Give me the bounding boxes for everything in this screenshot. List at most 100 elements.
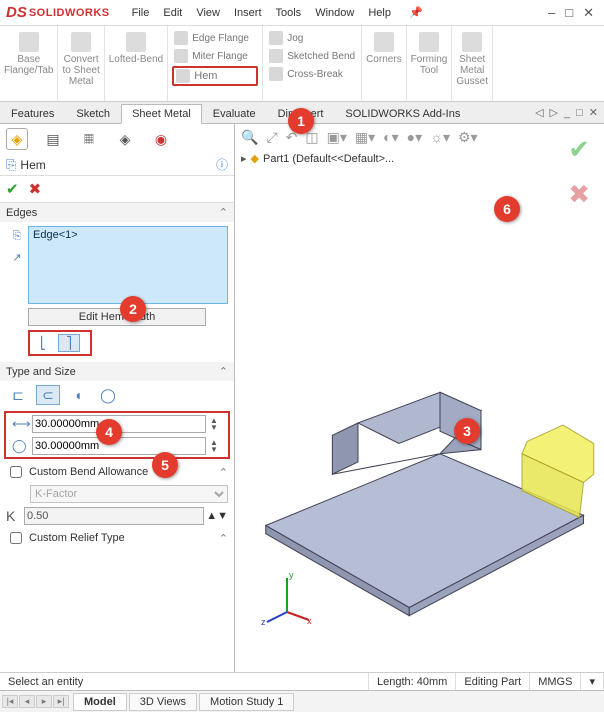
material-inside-icon[interactable]: ⎣ bbox=[32, 334, 54, 352]
crt-collapse-icon[interactable]: ⌃ bbox=[219, 532, 228, 545]
type-section-head[interactable]: Type and Size ⌃ bbox=[0, 362, 234, 381]
dimxpert-manager-icon[interactable]: ◈ bbox=[114, 128, 136, 150]
pm-ok-icon[interactable]: ✔ bbox=[6, 180, 19, 198]
length-spinner[interactable]: ▲▼ bbox=[210, 417, 222, 431]
ribbon-convert[interactable]: Convert to Sheet Metal bbox=[62, 28, 99, 87]
menu-help[interactable]: Help bbox=[362, 5, 397, 21]
display-manager-icon[interactable]: ◉ bbox=[150, 128, 172, 150]
confirmation-corner: ✔ ✖ bbox=[568, 134, 590, 210]
titlebar: DS SOLIDWORKS File Edit View Insert Tool… bbox=[0, 0, 604, 26]
edges-collapse-icon[interactable]: ⌃ bbox=[219, 206, 228, 219]
confirm-cancel-icon[interactable]: ✖ bbox=[568, 179, 590, 210]
property-manager-icon[interactable]: ▤ bbox=[42, 128, 64, 150]
doc-min-icon[interactable]: _ bbox=[564, 107, 570, 119]
menu-tools[interactable]: Tools bbox=[270, 5, 308, 21]
edges-body: ⎘ ↗ Edge<1> Edit Hem Width ⎣ ⎤ bbox=[0, 222, 234, 362]
view-triad[interactable]: x y z bbox=[257, 566, 317, 626]
tab-features[interactable]: Features bbox=[0, 104, 65, 123]
doc-prev-icon[interactable]: ◁ bbox=[535, 106, 543, 119]
feature-manager-icon[interactable]: ◈ bbox=[6, 128, 28, 150]
doc-max-icon[interactable]: □ bbox=[576, 107, 583, 119]
menu-file[interactable]: File bbox=[126, 5, 156, 21]
hide-show-icon[interactable]: ◐▾ bbox=[383, 129, 398, 146]
ribbon-gusset[interactable]: Sheet Metal Gusset bbox=[456, 28, 488, 87]
pm-title-row: ⎘ Hem ⓘ bbox=[0, 154, 234, 176]
closed-hem-icon[interactable]: ⊏ bbox=[6, 385, 30, 405]
config-manager-icon[interactable]: 𝄜 bbox=[78, 128, 100, 150]
confirm-ok-icon[interactable]: ✔ bbox=[568, 134, 590, 165]
k-spinner[interactable]: ▲▼ bbox=[206, 510, 228, 522]
pm-cancel-icon[interactable]: ✖ bbox=[29, 180, 42, 198]
tear-drop-icon[interactable]: ◖ bbox=[66, 385, 90, 405]
edge-select-icon[interactable]: ⎘ bbox=[9, 228, 25, 244]
rolled-hem-icon[interactable]: ◯ bbox=[96, 385, 120, 405]
menu-edit[interactable]: Edit bbox=[157, 5, 188, 21]
ribbon-hem[interactable]: Hem bbox=[172, 66, 258, 86]
vt-prev-icon[interactable]: ◂ bbox=[19, 695, 35, 708]
edit-hem-width-button[interactable]: Edit Hem Width bbox=[28, 308, 206, 326]
material-outside-icon[interactable]: ⎤ bbox=[58, 334, 80, 352]
status-extra-icon[interactable]: ▾ bbox=[581, 673, 604, 690]
view-tab-model[interactable]: Model bbox=[73, 693, 127, 711]
k-factor-input[interactable] bbox=[24, 507, 204, 525]
graphics-area[interactable]: 🔍 ⤢ ↶ ◫ ▣▾ ▦▾ ◐▾ ●▾ ☼▾ ⚙▾ ▸ ◆ Part1 (Def… bbox=[235, 124, 604, 672]
ribbon-corners[interactable]: Corners bbox=[366, 28, 402, 65]
window-controls: – □ ✕ bbox=[548, 5, 604, 21]
tab-sketch[interactable]: Sketch bbox=[65, 104, 121, 123]
zoom-area-icon[interactable]: ⤢ bbox=[266, 129, 277, 146]
ribbon-base-flange[interactable]: Base Flange/Tab bbox=[4, 28, 53, 76]
view-tab-3dviews[interactable]: 3D Views bbox=[129, 693, 197, 711]
pm-confirm-row: ✔ ✖ bbox=[0, 176, 234, 203]
close-icon[interactable]: ✕ bbox=[583, 5, 594, 21]
tab-evaluate[interactable]: Evaluate bbox=[202, 104, 267, 123]
pin-icon[interactable]: 📌 bbox=[403, 4, 429, 21]
gap-icon: ◯ bbox=[12, 438, 28, 454]
tree-expand-icon[interactable]: ▸ bbox=[241, 152, 247, 165]
vt-next-icon[interactable]: ▸ bbox=[36, 695, 52, 708]
doc-close-icon[interactable]: ✕ bbox=[589, 106, 598, 119]
tab-addins[interactable]: SOLIDWORKS Add-Ins bbox=[334, 104, 471, 123]
ribbon-forming-tool[interactable]: Forming Tool bbox=[411, 28, 448, 76]
model-canvas[interactable]: x y z bbox=[235, 174, 604, 672]
type-collapse-icon[interactable]: ⌃ bbox=[219, 365, 228, 378]
custom-bend-allowance-check[interactable] bbox=[10, 466, 22, 478]
edges-selection-box[interactable]: Edge<1> bbox=[28, 226, 228, 304]
edge-list-item[interactable]: Edge<1> bbox=[33, 229, 78, 241]
view-tab-motion[interactable]: Motion Study 1 bbox=[199, 693, 294, 711]
vt-last-icon[interactable]: ▸| bbox=[53, 695, 69, 708]
ribbon-cross-break[interactable]: Cross-Break bbox=[267, 66, 357, 82]
ribbon-edge-flange[interactable]: Edge Flange bbox=[172, 30, 258, 46]
ribbon-miter-flange[interactable]: Miter Flange bbox=[172, 48, 258, 64]
ribbon-sketched-bend[interactable]: Sketched Bend bbox=[267, 48, 357, 64]
open-hem-icon[interactable]: ⊂ bbox=[36, 385, 60, 405]
ribbon-jog[interactable]: Jog bbox=[267, 30, 357, 46]
view-orient-icon[interactable]: ▣▾ bbox=[327, 129, 347, 146]
appearance-icon[interactable]: ●▾ bbox=[407, 129, 422, 146]
edges-section-head[interactable]: Edges ⌃ bbox=[0, 203, 234, 222]
pm-help-icon[interactable]: ⓘ bbox=[216, 156, 228, 173]
reverse-icon[interactable]: ↗ bbox=[9, 250, 25, 266]
maximize-icon[interactable]: □ bbox=[565, 5, 573, 21]
bend-type-select[interactable]: K-Factor bbox=[30, 485, 228, 503]
vt-first-icon[interactable]: |◂ bbox=[2, 695, 18, 708]
callout-1: 1 bbox=[288, 108, 314, 134]
part-name[interactable]: Part1 (Default<<Default>... bbox=[263, 153, 394, 165]
menu-insert[interactable]: Insert bbox=[228, 5, 268, 21]
ribbon-lofted-bend[interactable]: Lofted-Bend bbox=[109, 28, 164, 65]
menu-window[interactable]: Window bbox=[309, 5, 360, 21]
gap-spinner[interactable]: ▲▼ bbox=[210, 439, 222, 453]
view-settings-icon[interactable]: ⚙▾ bbox=[458, 129, 478, 146]
doc-next-icon[interactable]: ▷ bbox=[550, 106, 558, 119]
display-style-icon[interactable]: ▦▾ bbox=[355, 129, 375, 146]
custom-bend-allowance-label: Custom Bend Allowance bbox=[29, 466, 148, 478]
menu-view[interactable]: View bbox=[190, 5, 226, 21]
tab-sheet-metal[interactable]: Sheet Metal bbox=[121, 104, 202, 124]
scene-icon[interactable]: ☼▾ bbox=[430, 129, 450, 146]
custom-relief-type-check[interactable] bbox=[10, 532, 22, 544]
zoom-fit-icon[interactable]: 🔍 bbox=[241, 129, 258, 146]
property-manager: ◈ ▤ 𝄜 ◈ ◉ ⎘ Hem ⓘ ✔ ✖ Edges ⌃ ⎘ ↗ bbox=[0, 124, 235, 672]
minimize-icon[interactable]: – bbox=[548, 5, 555, 21]
cba-collapse-icon[interactable]: ⌃ bbox=[219, 466, 228, 479]
flyout-tree[interactable]: ▸ ◆ Part1 (Default<<Default>... bbox=[235, 150, 604, 167]
status-units[interactable]: MMGS bbox=[530, 673, 581, 690]
